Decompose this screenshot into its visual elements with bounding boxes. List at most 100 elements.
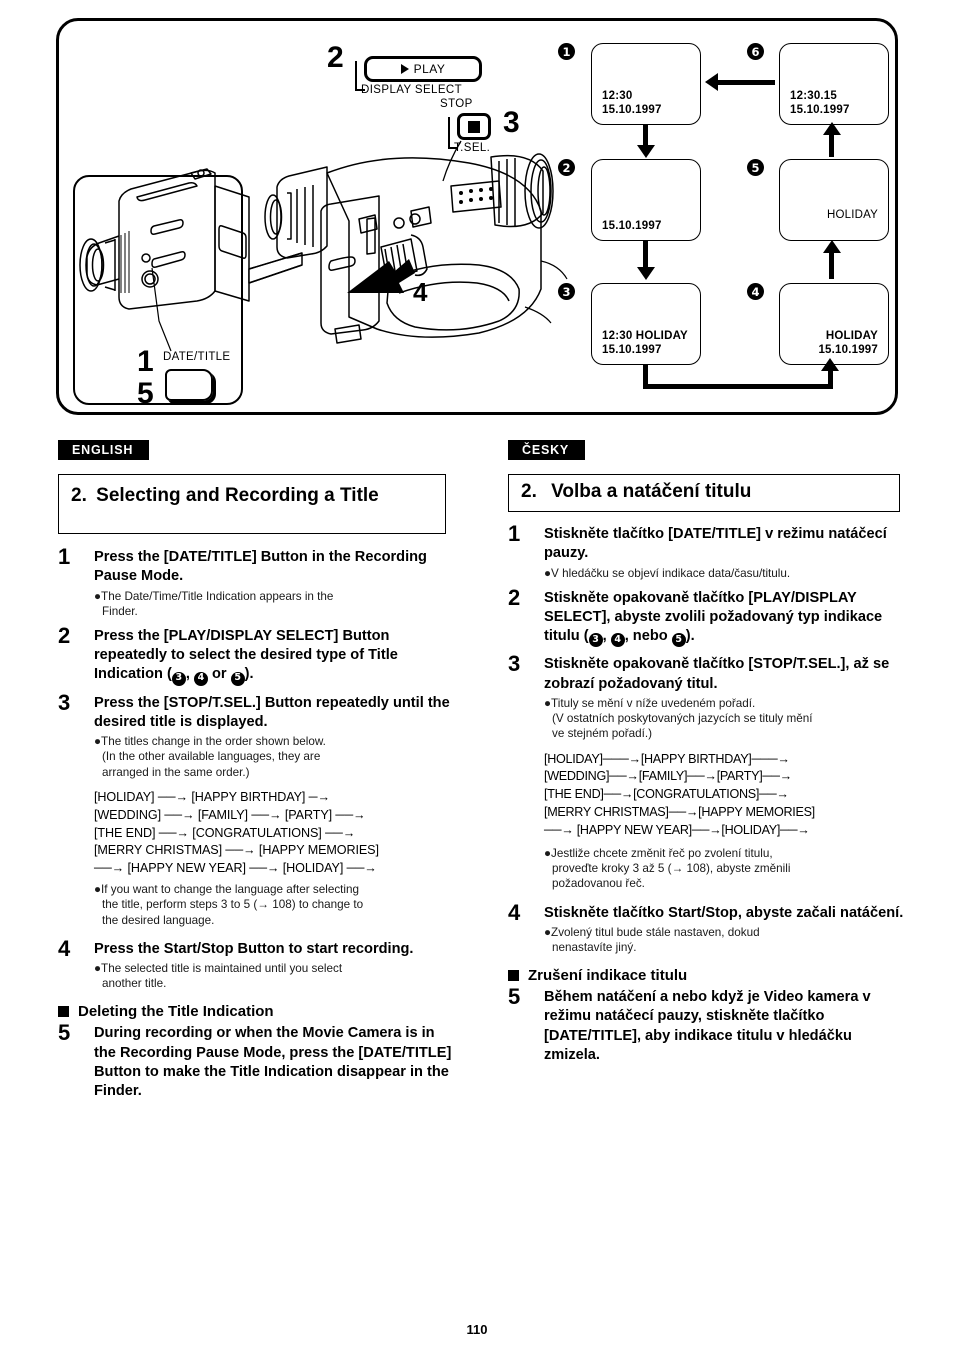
czech-step-3-head: Stiskněte opakovaně tlačítko [STOP/T.SEL… <box>544 656 890 692</box>
finder-1-line-2: 15.10.1997 <box>602 103 662 116</box>
english-sequence-line-2: [WEDDING] ──→ [FAMILY] ──→ [PARTY] ──→ <box>94 807 366 822</box>
czech-step-2-mid-1: , <box>602 628 611 645</box>
english-step-3-note2-line-3: the desired language. <box>102 913 215 927</box>
finder-screen-3: 12:30 HOLIDAY 15.10.1997 <box>591 283 701 365</box>
stop-tsel-button[interactable] <box>457 113 491 140</box>
czech-step-4-note-line-2: nenastavíte jiný. <box>552 941 637 955</box>
english-step-2-circle-3: 3 <box>171 671 186 686</box>
czech-step-3-notes: ●Tituly se mění v níže uvedeném pořadí. … <box>544 696 908 742</box>
english-sequence-line-1: [HOLIDAY] ──→ [HAPPY BIRTHDAY] ─→ <box>94 789 330 804</box>
finder-3-line-1: 12:30 HOLIDAY <box>602 329 688 342</box>
finder-marker-1: 1 <box>558 43 575 60</box>
finder-screen-6: 12:30.15 15.10.1997 <box>779 43 889 125</box>
finder-marker-3: 3 <box>558 283 575 300</box>
finder-screen-4: HOLIDAY 15.10.1997 <box>779 283 889 365</box>
arrow-5-to-6-head <box>823 122 841 135</box>
english-step-3-note2-line-1: ●If you want to change the language afte… <box>94 883 360 897</box>
czech-step-2-mid-2: , nebo <box>624 628 672 645</box>
czech-step-3-note-line-3: ve stejném pořadí.) <box>552 727 653 741</box>
illustration-panel: DATE/TITLE 1 5 4 2 PLAY DISPLAY SELECT S… <box>56 18 898 415</box>
callout-num-1: 1 <box>137 345 154 378</box>
finder-marker-6: 6 <box>747 43 764 60</box>
english-section-title-box: 2. Selecting and Recording a Title <box>58 474 446 534</box>
english-step-3-notes: ●The titles change in the order shown be… <box>94 734 458 780</box>
english-step-2-mid-1: , <box>185 666 194 683</box>
play-triangle-icon <box>400 64 409 74</box>
czech-step-4-head: Stiskněte tlačítko Start/Stop, abyste za… <box>544 904 904 921</box>
english-step-4: 4 Press the Start/Stop Button to start r… <box>58 935 458 961</box>
english-step-1-note-line-1: ●The Date/Time/Title Indication appears … <box>94 589 334 603</box>
date-title-label: DATE/TITLE <box>163 351 231 363</box>
czech-sequence-line-4: [MERRY CHRISTMAS]──→[HAPPY MEMORIES] <box>544 805 815 820</box>
callout-num-5: 5 <box>137 377 154 410</box>
arrow-6-to-1-head <box>705 73 718 91</box>
arrow-1-to-2-head <box>637 145 655 158</box>
english-subheading: Deleting the Title Indication <box>58 1003 458 1020</box>
czech-step-3-note2-line-1: ●Jestliže chcete změnit řeč po zvolení t… <box>544 846 773 860</box>
english-sequence-line-4: [MERRY CHRISTMAS] ──→ [HAPPY MEMORIES] <box>94 843 379 858</box>
finder-marker-2: 2 <box>558 159 575 176</box>
arrow-4-to-5-head <box>823 240 841 253</box>
english-step-4-number: 4 <box>58 935 71 961</box>
czech-step-2-circle-3: 3 <box>588 633 603 648</box>
english-step-3-notes2: ●If you want to change the language afte… <box>94 882 458 928</box>
czech-step-2-number: 2 <box>508 584 521 610</box>
arrow-3-to-4-head <box>821 358 839 371</box>
english-section-number: 2. <box>71 485 87 506</box>
english-language-tag: ENGLISH <box>58 440 150 460</box>
english-content-column: 1 Press the [DATE/TITLE] Button in the R… <box>58 544 458 1103</box>
czech-step-1-note-line-1: ●V hledáčku se objeví indikace data/času… <box>544 566 791 580</box>
czech-content-column: 1 Stiskněte tlačítko [DATE/TITLE] v reži… <box>508 523 908 1067</box>
play-display-select-button[interactable]: PLAY <box>364 56 482 82</box>
czech-step-5: 5 Během natáčení a nebo když je Video ka… <box>508 986 908 1065</box>
english-step-1-note-line-2: Finder. <box>102 604 138 618</box>
english-step-3-note2-line-2: the title, perform steps 3 to 5 (→ 108) … <box>102 898 364 912</box>
czech-section-number: 2. <box>521 481 537 502</box>
english-step-5-head: During recording or when the Movie Camer… <box>94 1025 452 1100</box>
czech-step-3-note-line-2: (V ostatních poskytovaných jazycích se t… <box>552 712 813 726</box>
czech-step-2-head-post: ). <box>685 628 695 645</box>
callout-num-2: 2 <box>327 41 344 74</box>
arrow-3-to-4-across <box>643 384 833 389</box>
finder-1-line-1: 12:30 <box>602 89 633 102</box>
finder-3-line-2: 15.10.1997 <box>602 343 662 356</box>
czech-step-4-number: 4 <box>508 899 521 925</box>
play-button-label: PLAY <box>413 62 446 76</box>
finder-screen-5: HOLIDAY <box>779 159 889 241</box>
english-step-2-mid-2: or <box>207 666 231 683</box>
finder-4-line-1: HOLIDAY <box>825 329 878 342</box>
stop-label: STOP <box>440 98 473 110</box>
czech-sequence-line-5: ──→ [HAPPY NEW YEAR]──→[HOLIDAY]──→ <box>544 823 810 838</box>
date-title-button-shape[interactable] <box>165 369 213 401</box>
czech-step-3-note2-line-3: požadovanou řeč. <box>552 877 645 891</box>
finder-5-line-1: HOLIDAY <box>826 209 878 221</box>
english-step-2-head-post: ). <box>244 666 254 683</box>
finder-4-line-2: 15.10.1997 <box>818 343 878 356</box>
english-step-1-head: Press the [DATE/TITLE] Button in the Rec… <box>94 549 427 585</box>
english-subheading-label: Deleting the Title Indication <box>78 1003 274 1021</box>
square-bullet-icon <box>58 1006 69 1018</box>
english-sequence-line-5: ──→ [HAPPY NEW YEAR] ──→ [HOLIDAY] ──→ <box>94 861 377 876</box>
czech-subheading-label: Zrušení indikace titulu <box>528 967 688 985</box>
english-step-1: 1 Press the [DATE/TITLE] Button in the R… <box>58 544 458 587</box>
czech-sequence-line-3: [THE END]──→[CONGRATULATIONS]──→ <box>544 787 789 802</box>
czech-step-1-head: Stiskněte tlačítko [DATE/TITLE] v režimu… <box>544 526 887 562</box>
page-number: 110 <box>466 1322 488 1337</box>
finder-screen-2: 15.10.1997 <box>591 159 701 241</box>
english-step-3-head: Press the [STOP/T.SEL.] Button repeatedl… <box>94 694 450 730</box>
czech-step-2-circle-4: 4 <box>610 633 625 648</box>
arrow-3-to-4-up <box>828 369 833 387</box>
square-bullet-icon <box>508 970 519 982</box>
english-section-title: Selecting and Recording a Title <box>96 485 379 506</box>
czech-language-tag: ČESKY <box>508 440 586 460</box>
english-step-1-number: 1 <box>58 544 71 569</box>
callout-num-3: 3 <box>503 106 520 139</box>
finder-2-line-1: 15.10.1997 <box>602 219 662 232</box>
stop-square-icon <box>468 120 480 133</box>
czech-step-3-note-line-1: ●Tituly se mění v níže uvedeném pořadí. <box>544 696 756 710</box>
czech-step-1-notes: ●V hledáčku se objeví indikace data/času… <box>544 566 908 581</box>
english-step-3: 3 Press the [STOP/T.SEL.] Button repeate… <box>58 691 458 733</box>
arrow-4-to-5-line <box>829 251 834 279</box>
czech-sequence-line-1: [HOLIDAY]───→[HAPPY BIRTHDAY]───→ <box>544 751 790 766</box>
czech-step-3-number: 3 <box>508 651 521 677</box>
